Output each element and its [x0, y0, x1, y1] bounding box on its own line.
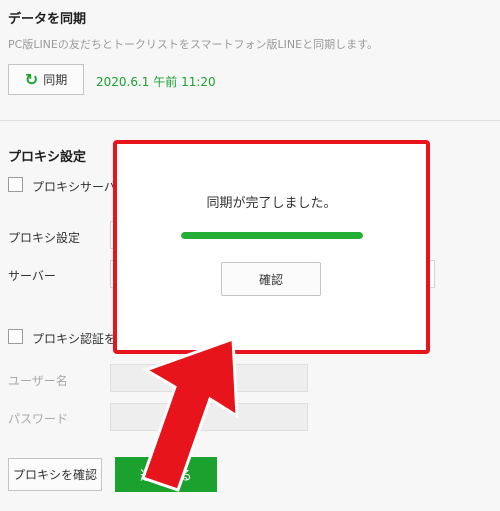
- confirm-button[interactable]: 確認: [221, 262, 321, 296]
- server-label: サーバー: [8, 269, 56, 283]
- refresh-icon: ↻: [24, 69, 39, 89]
- sync-button[interactable]: ↻ 同期: [8, 64, 84, 95]
- sync-section-title: データを同期: [8, 12, 87, 27]
- username-input[interactable]: [110, 364, 308, 392]
- sync-progress-fill: [181, 232, 363, 239]
- password-label: パスワード: [8, 412, 69, 426]
- proxy-auth-label: プロキシ認証を: [32, 332, 117, 346]
- sync-description: PC版LINEの友だちとトークリストをスマートフォン版LINEと同期します。: [8, 38, 378, 51]
- use-proxy-checkbox[interactable]: [8, 177, 23, 192]
- check-proxy-button[interactable]: プロキシを確認: [8, 458, 102, 491]
- proxy-auth-checkbox[interactable]: [8, 329, 23, 344]
- sync-complete-dialog: 同期が完了しました。 確認: [113, 140, 430, 354]
- dialog-message: 同期が完了しました。: [206, 196, 337, 211]
- proxy-section-title: プロキシ設定: [8, 150, 87, 165]
- sync-progress-bar: [181, 232, 363, 239]
- proxy-setting-label: プロキシ設定: [8, 231, 81, 245]
- section-divider: [0, 120, 500, 121]
- last-synced-timestamp: 2020.6.1 午前 11:20: [96, 75, 216, 89]
- password-input[interactable]: [110, 403, 308, 431]
- sync-button-label: 同期: [43, 73, 68, 87]
- username-label: ユーザー名: [8, 374, 68, 388]
- apply-button[interactable]: 適用する: [115, 457, 217, 492]
